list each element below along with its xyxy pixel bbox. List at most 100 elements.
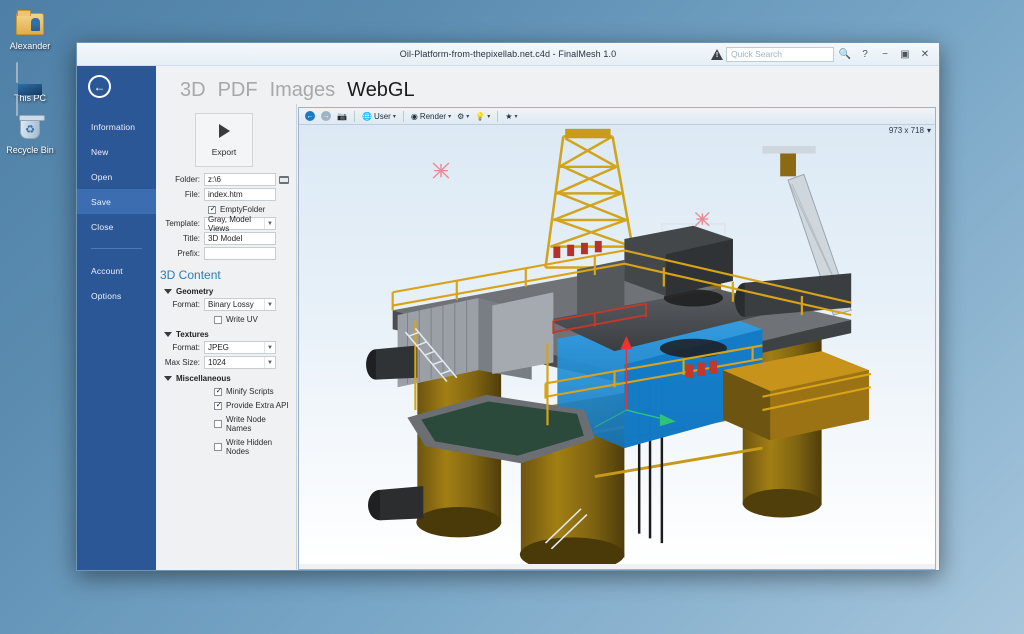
application-window: Oil-Platform-from-thepixellab.net.c4d - … — [76, 42, 940, 571]
chevron-down-icon: ▾ — [487, 113, 491, 120]
chevron-down-icon: ▾ — [466, 113, 470, 120]
template-label: Template: — [165, 219, 200, 228]
tab-webgl[interactable]: WebGL — [347, 80, 414, 102]
prefix-field-row: Prefix: — [158, 247, 290, 260]
desktop-icon-alexander[interactable]: Alexander — [1, 8, 59, 52]
tab-images[interactable]: Images — [270, 80, 336, 102]
sidebar-item-account[interactable]: Account — [77, 258, 156, 283]
recycle-bin-icon — [13, 112, 47, 144]
title-bar[interactable]: Oil-Platform-from-thepixellab.net.c4d - … — [77, 43, 939, 66]
folder-icon — [279, 175, 289, 184]
globe-icon: 🌐 — [361, 111, 372, 121]
write-node-names-checkbox-row[interactable]: Write Node Names — [214, 415, 290, 433]
collapse-triangle-icon — [164, 376, 172, 381]
empty-folder-label: EmptyFolder — [220, 205, 266, 214]
texture-maxsize-row: Max Size: 1024 ▼ — [158, 356, 290, 369]
export-button[interactable]: Export — [195, 113, 253, 167]
file-field-row: File: — [158, 188, 290, 201]
close-button[interactable]: ✕ — [917, 47, 933, 62]
option-label: Provide Extra API — [226, 401, 289, 410]
viewer-toolbar: ← → 📷 🌐 User ▾ ◉ Render ▾ ⚙ ▾ 💡 ▾ ★ ▾ — [299, 108, 935, 125]
chevron-down-icon: ▾ — [392, 113, 396, 120]
back-icon[interactable]: ← — [303, 109, 317, 123]
light-marker — [694, 211, 710, 227]
back-button[interactable]: ← — [88, 75, 111, 98]
search-input[interactable] — [726, 46, 834, 62]
collapse-triangle-icon — [164, 289, 172, 294]
checkbox-icon — [214, 400, 223, 410]
title-spacer — [278, 232, 290, 245]
file-input[interactable] — [204, 188, 276, 201]
light-button[interactable]: 💡 ▾ — [473, 109, 492, 123]
file-spacer — [278, 188, 290, 201]
3d-viewport[interactable]: 973 x 718 ▾ — [299, 125, 935, 564]
format-tabs: 3D PDF Images WebGL — [156, 66, 939, 104]
oil-platform-model — [366, 128, 872, 564]
empty-folder-checkbox-row[interactable]: EmptyFolder — [208, 204, 290, 214]
chevron-down-icon: ▼ — [264, 357, 275, 368]
gear-icon: ⚙ — [457, 111, 465, 121]
backstage-main: Export Folder: File: — [156, 104, 939, 570]
texture-format-select-wrap[interactable]: JPEG ▼ — [204, 341, 276, 354]
geometry-format-spacer — [278, 298, 290, 311]
forward-icon[interactable]: → — [319, 109, 333, 123]
group-header-textures[interactable]: Textures — [164, 330, 290, 339]
texture-format-label: Format: — [172, 343, 200, 352]
sidebar-item-save[interactable]: Save — [77, 189, 156, 214]
favorite-button[interactable]: ★ ▾ — [503, 109, 519, 123]
sidebar-item-open[interactable]: Open — [77, 164, 156, 189]
group-header-geometry[interactable]: Geometry — [164, 287, 290, 296]
status-strip — [299, 564, 935, 569]
folder-field-row: Folder: — [158, 173, 290, 186]
collapse-triangle-icon — [164, 332, 172, 337]
toolbar-divider — [497, 110, 499, 122]
write-uv-checkbox-row[interactable]: Write UV — [214, 315, 290, 324]
browse-folder-button[interactable] — [278, 173, 290, 186]
toolbar-divider — [353, 110, 355, 122]
group-label: Miscellaneous — [176, 374, 231, 383]
geometry-format-select-wrap[interactable]: Binary Lossy ▼ — [204, 298, 276, 311]
crown-block — [565, 128, 611, 139]
file-label: File: — [184, 190, 200, 199]
desktop-icon-this-pc[interactable]: This PC — [1, 60, 59, 116]
tab-pdf[interactable]: PDF — [218, 80, 258, 102]
folder-input[interactable] — [204, 173, 276, 186]
restore-button[interactable]: ▣ — [897, 47, 913, 62]
checkbox-icon — [214, 420, 222, 428]
texture-maxsize-select-wrap[interactable]: 1024 ▼ — [204, 356, 276, 369]
provide-extra-api-checkbox-row[interactable]: Provide Extra API — [214, 400, 290, 410]
help-button[interactable]: ? — [857, 47, 873, 62]
checkbox-icon — [214, 386, 223, 396]
tab-3d[interactable]: 3D — [180, 80, 206, 102]
sidebar-item-options[interactable]: Options — [77, 283, 156, 308]
user-view-label: User — [373, 111, 391, 121]
desktop-icon-label: Recycle Bin — [6, 144, 54, 155]
settings-button[interactable]: ⚙ ▾ — [455, 109, 471, 123]
sidebar-item-new[interactable]: New — [77, 139, 156, 164]
title-input[interactable] — [204, 232, 276, 245]
chevron-down-icon: ▾ — [448, 113, 452, 120]
title-bar-controls: 🔍 ? − ▣ ✕ — [711, 46, 939, 62]
desktop-icon-recycle-bin[interactable]: Recycle Bin — [1, 112, 59, 156]
chevron-down-icon: ▼ — [264, 218, 275, 229]
minify-scripts-checkbox-row[interactable]: Minify Scripts — [214, 386, 290, 396]
search-icon[interactable]: 🔍 — [837, 47, 853, 62]
warning-icon[interactable] — [711, 48, 723, 60]
sidebar-divider — [91, 248, 142, 249]
prefix-input[interactable] — [204, 247, 276, 260]
write-hidden-nodes-checkbox-row[interactable]: Write Hidden Nodes — [214, 438, 290, 456]
sidebar-item-close[interactable]: Close — [77, 214, 156, 239]
texture-format-spacer — [278, 341, 290, 354]
render-mode-button[interactable]: ◉ Render ▾ — [409, 109, 453, 123]
camera-icon[interactable]: 📷 — [335, 109, 349, 123]
user-view-button[interactable]: 🌐 User ▾ — [360, 109, 398, 123]
option-label: Write Node Names — [226, 415, 266, 433]
option-label: Write Hidden Nodes — [226, 438, 273, 456]
group-header-miscellaneous[interactable]: Miscellaneous — [164, 374, 290, 383]
template-select-wrap[interactable]: Gray, Model Views ▼ — [204, 215, 276, 233]
texture-format-row: Format: JPEG ▼ — [158, 341, 290, 354]
sidebar-item-information[interactable]: Information — [77, 114, 156, 139]
desktop-icon-list: Alexander This PC Recycle Bin — [0, 0, 60, 156]
geometry-format-label: Format: — [172, 300, 200, 309]
minimize-button[interactable]: − — [877, 47, 893, 62]
